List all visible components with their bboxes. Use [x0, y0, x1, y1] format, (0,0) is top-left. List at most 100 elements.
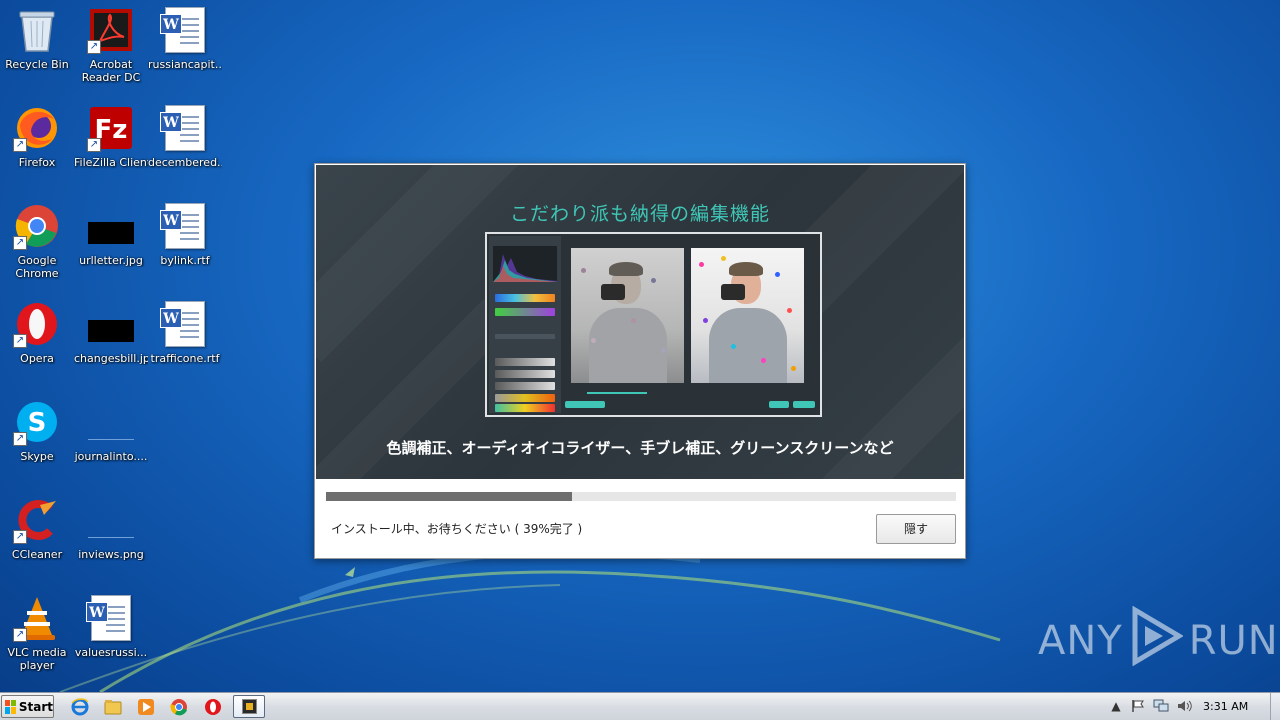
desktop-icon-label: Firefox — [18, 156, 56, 169]
banner-title: こだわり派も納得の編集機能 — [509, 203, 770, 225]
install-status-text: インストール中、お待ちください ( 39%完了 ) — [331, 522, 583, 536]
volume-icon[interactable] — [1177, 698, 1193, 714]
desktop-file-inviews[interactable]: inviews.png — [74, 496, 148, 561]
word-doc-icon: W — [86, 594, 135, 642]
desktop-icon-label: CCleaner — [11, 548, 63, 561]
desktop-icon-filezilla[interactable]: Fz ↗ FileZilla Client — [74, 104, 148, 169]
show-hidden-icon[interactable]: ▲ — [1108, 698, 1124, 714]
desktop-icon-label: Opera — [20, 352, 54, 365]
start-label: Start — [18, 699, 53, 714]
play-icon — [1129, 605, 1184, 676]
editor-reset-button — [793, 401, 815, 408]
desktop-icon-label: inviews.png — [78, 548, 144, 561]
shortcut-arrow-icon: ↗ — [13, 236, 27, 250]
desktop-icon-label: bylink.rtf — [160, 254, 210, 267]
opera-taskbar-icon[interactable] — [203, 697, 223, 717]
install-progress-fill — [326, 492, 572, 501]
desktop-icon-vlc[interactable]: ↗ VLC media player — [0, 594, 74, 672]
image-file-icon — [87, 300, 135, 348]
flag-icon[interactable] — [1130, 698, 1146, 714]
opera-icon: ↗ — [13, 300, 61, 348]
installer-banner: こだわり派も納得の編集機能 色調補正、オーディオイコライザー、手ブレ補正、グリー… — [316, 165, 964, 479]
desktop-icon-label: VLC media player — [7, 646, 67, 672]
shortcut-arrow-icon: ↗ — [13, 432, 27, 446]
word-doc-icon: W — [160, 202, 209, 250]
acrobat-icon: ↗ — [87, 6, 135, 54]
desktop-file-decembered[interactable]: W decembered.... — [148, 104, 222, 169]
install-progress-bar — [326, 492, 956, 501]
ccleaner-icon: ↗ — [13, 496, 61, 544]
shortcut-arrow-icon: ↗ — [87, 40, 101, 54]
network-icon[interactable] — [1153, 698, 1169, 714]
firefox-icon: ↗ — [13, 104, 61, 152]
desktop: Recycle Bin ↗ Firefox ↗ Google Chrome ↗ … — [0, 0, 1280, 692]
taskbar: Start ▲ 3:31 AM — [0, 692, 1280, 720]
word-doc-icon: W — [160, 104, 209, 152]
explorer-icon[interactable] — [103, 697, 123, 717]
desktop-icon-firefox[interactable]: ↗ Firefox — [0, 104, 74, 169]
vlc-icon: ↗ — [13, 594, 61, 642]
editor-ok-button — [769, 401, 789, 408]
chrome-taskbar-icon[interactable] — [169, 697, 189, 717]
hide-button[interactable]: 隠す — [876, 514, 956, 544]
desktop-icon-label: Google Chrome — [15, 254, 59, 280]
word-doc-icon: W — [160, 6, 209, 54]
installer-window: こだわり派も納得の編集機能 色調補正、オーディオイコライザー、手ブレ補正、グリー… — [314, 163, 966, 559]
filezilla-icon: Fz ↗ — [87, 104, 135, 152]
shortcut-arrow-icon: ↗ — [87, 138, 101, 152]
desktop-file-urlletter[interactable]: urlletter.jpg — [74, 202, 148, 267]
desktop-icon-label: Recycle Bin — [5, 58, 69, 71]
desktop-icon-label: valuesrussi... — [74, 646, 148, 659]
installer-icon — [242, 699, 257, 714]
recycle-bin-icon — [13, 6, 61, 54]
desktop-icon-opera[interactable]: ↗ Opera — [0, 300, 74, 365]
editor-side-panel — [489, 236, 561, 413]
after-photo — [691, 248, 804, 383]
image-file-icon — [87, 496, 135, 544]
windows-logo-icon — [5, 699, 16, 714]
show-desktop-button[interactable] — [1270, 693, 1280, 720]
watermark-text-right: RUN — [1188, 618, 1279, 664]
desktop-icon-label: russiancapit.... — [148, 58, 222, 71]
desktop-icon-label: changesbill.jpg — [74, 352, 148, 365]
desktop-icon-label: urlletter.jpg — [79, 254, 143, 267]
shortcut-arrow-icon: ↗ — [13, 138, 27, 152]
ie-icon[interactable] — [70, 697, 90, 717]
banner-subtitle: 色調補正、オーディオイコライザー、手ブレ補正、グリーンスクリーンなど — [386, 439, 894, 457]
editor-timeline — [587, 392, 647, 394]
desktop-icon-skype[interactable]: S ↗ Skype — [0, 398, 74, 463]
installer-taskbar-button[interactable] — [233, 695, 265, 718]
taskbar-clock[interactable]: 3:31 AM — [1203, 700, 1248, 713]
media-player-icon[interactable] — [136, 697, 156, 717]
desktop-file-changesbill[interactable]: changesbill.jpg — [74, 300, 148, 365]
image-file-icon — [87, 202, 135, 250]
desktop-icon-label: trafficone.rtf — [150, 352, 220, 365]
desktop-icon-ccleaner[interactable]: ↗ CCleaner — [0, 496, 74, 561]
desktop-icon-label: FileZilla Client — [74, 156, 148, 169]
desktop-file-valuesrussi[interactable]: W valuesrussi... — [74, 594, 148, 659]
desktop-icon-label: decembered.... — [148, 156, 222, 169]
shortcut-arrow-icon: ↗ — [13, 530, 27, 544]
desktop-icon-label: journalinto.... — [74, 450, 148, 463]
image-file-icon — [87, 398, 135, 446]
skype-icon: S ↗ — [13, 398, 61, 446]
desktop-file-journalinto[interactable]: journalinto.... — [74, 398, 148, 463]
anyrun-watermark: ANY RUN — [1038, 605, 1279, 676]
desktop-icon-acrobat[interactable]: ↗ Acrobat Reader DC — [74, 6, 148, 84]
chrome-icon: ↗ — [13, 202, 61, 250]
before-photo — [571, 248, 684, 383]
desktop-icon-label: Acrobat Reader DC — [81, 58, 141, 84]
svg-text:S: S — [28, 408, 47, 438]
shortcut-arrow-icon: ↗ — [13, 628, 27, 642]
desktop-icon-label: Skype — [20, 450, 54, 463]
desktop-icon-google-chrome[interactable]: ↗ Google Chrome — [0, 202, 74, 280]
desktop-file-russiancapit[interactable]: W russiancapit.... — [148, 6, 222, 71]
desktop-file-trafficone[interactable]: W trafficone.rtf — [148, 300, 222, 365]
editor-save-button — [565, 401, 605, 408]
desktop-file-bylink[interactable]: W bylink.rtf — [148, 202, 222, 267]
word-doc-icon: W — [160, 300, 209, 348]
editor-screenshot — [485, 232, 822, 417]
start-button[interactable]: Start — [1, 695, 54, 718]
desktop-icon-recycle-bin[interactable]: Recycle Bin — [0, 6, 74, 71]
shortcut-arrow-icon: ↗ — [13, 334, 27, 348]
